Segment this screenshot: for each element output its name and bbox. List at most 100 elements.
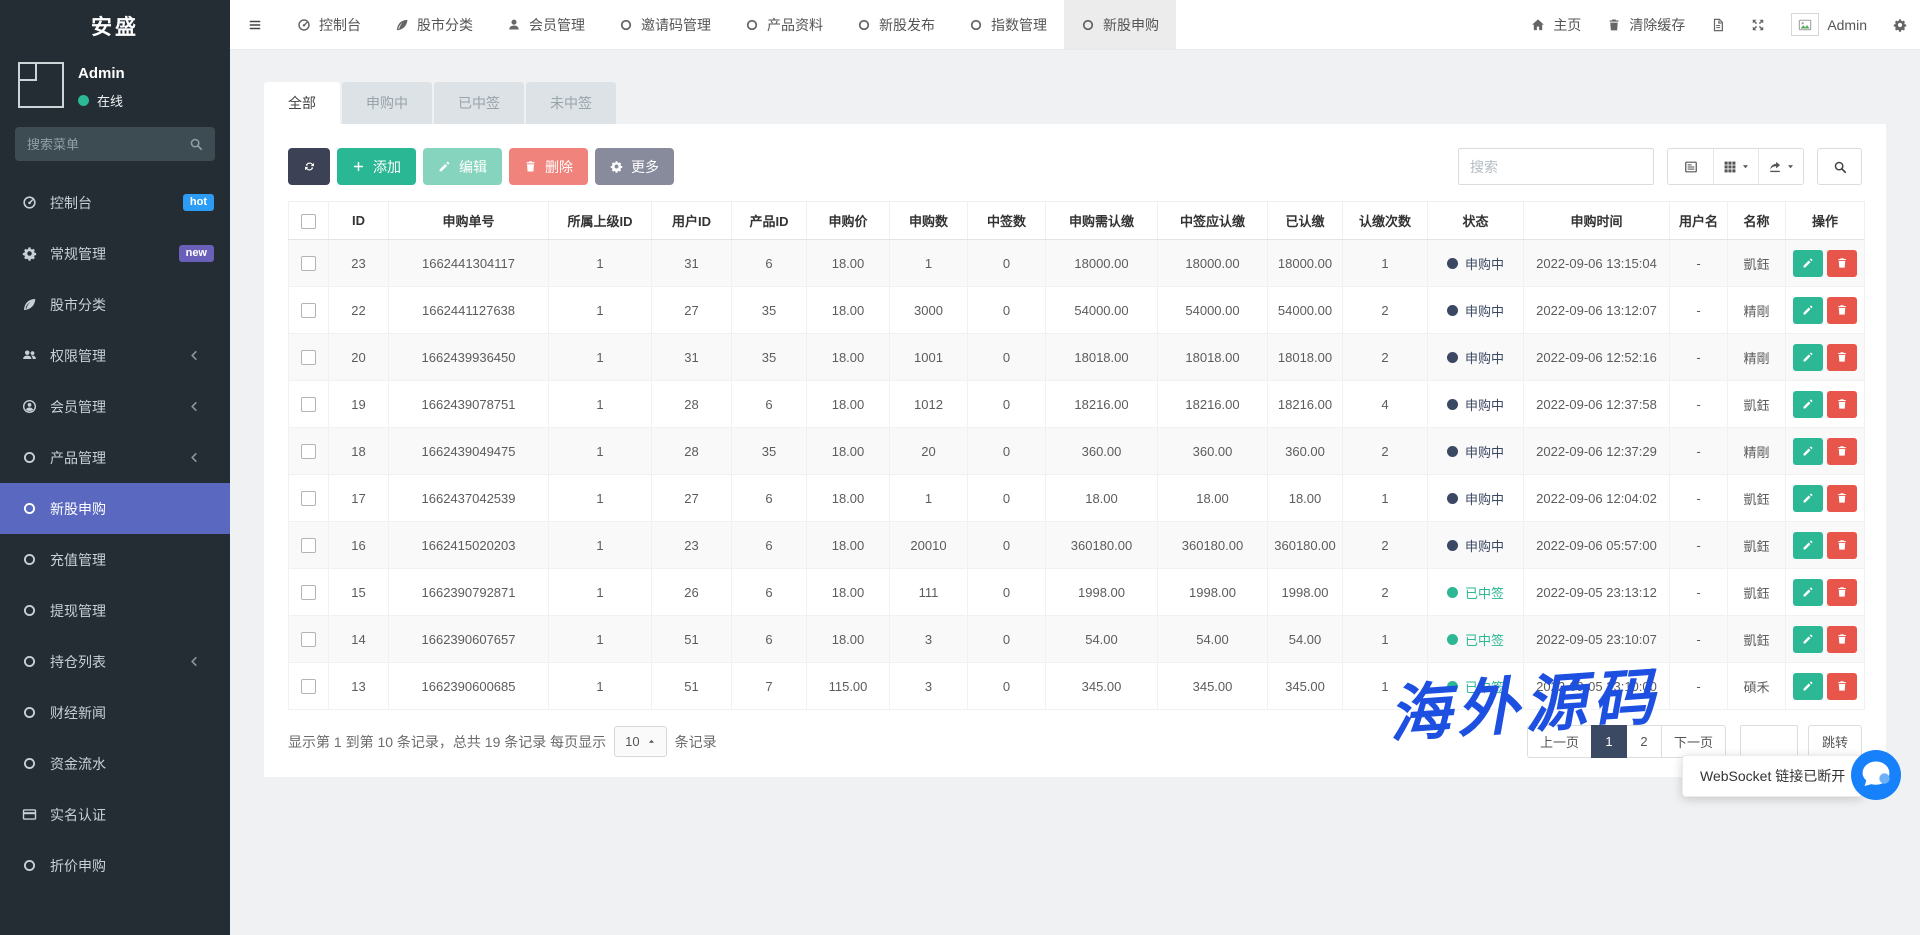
menu-toggle-button[interactable] (230, 0, 280, 49)
topnav-item-5[interactable]: 新股发布 (840, 0, 952, 49)
more-button[interactable]: 更多 (595, 148, 674, 185)
row-checkbox[interactable] (301, 632, 316, 647)
sidebar-search-input[interactable] (27, 137, 189, 152)
row-edit-button[interactable] (1793, 485, 1823, 512)
row-checkbox[interactable] (301, 397, 316, 412)
row-checkbox[interactable] (301, 303, 316, 318)
row-edit-button[interactable] (1793, 673, 1823, 700)
clear-cache-button[interactable]: 清除缓存 (1594, 0, 1698, 49)
row-checkbox[interactable] (301, 679, 316, 694)
chat-bubble-icon (1851, 750, 1901, 800)
table-row[interactable]: 231662441304117131618.001018000.0018000.… (289, 240, 1865, 287)
table-row[interactable]: 161662415020203123618.00200100360180.003… (289, 522, 1865, 569)
language-button[interactable] (1698, 0, 1738, 49)
row-checkbox[interactable] (301, 585, 316, 600)
columns-button[interactable] (1713, 149, 1758, 184)
add-button[interactable]: 添加 (337, 148, 416, 185)
sidebar-item-4[interactable]: 会员管理 (0, 381, 230, 432)
tab-2[interactable]: 已中签 (434, 82, 524, 124)
row-edit-button[interactable] (1793, 250, 1823, 277)
sidebar-item-12[interactable]: 实名认证 (0, 789, 230, 840)
page-button-2[interactable]: 2 (1626, 725, 1662, 758)
row-delete-button[interactable] (1827, 532, 1857, 559)
row-delete-button[interactable] (1827, 626, 1857, 653)
table-row[interactable]: 151662390792871126618.0011101998.001998.… (289, 569, 1865, 616)
sidebar-item-label: 充值管理 (50, 550, 106, 570)
cell-id: 15 (329, 569, 389, 616)
sidebar-item-8[interactable]: 提现管理 (0, 585, 230, 636)
row-edit-button[interactable] (1793, 579, 1823, 606)
sidebar-item-label: 权限管理 (50, 346, 106, 366)
row-edit-button[interactable] (1793, 438, 1823, 465)
cell-price: 18.00 (807, 569, 890, 616)
row-checkbox[interactable] (301, 350, 316, 365)
table-row[interactable]: 2216624411276381273518.003000054000.0054… (289, 287, 1865, 334)
sidebar-item-3[interactable]: 权限管理 (0, 330, 230, 381)
table-row[interactable]: 171662437042539127618.001018.0018.0018.0… (289, 475, 1865, 522)
tab-0[interactable]: 全部 (264, 82, 340, 124)
prev-page-button[interactable]: 上一页 (1527, 725, 1592, 758)
topnav-item-3[interactable]: 邀请码管理 (602, 0, 728, 49)
topnav-item-2[interactable]: 会员管理 (490, 0, 602, 49)
search-button[interactable] (1817, 148, 1862, 185)
chat-button[interactable] (1851, 750, 1901, 800)
user-menu[interactable]: Admin (1778, 0, 1880, 49)
row-delete-button[interactable] (1827, 673, 1857, 700)
sidebar-item-5[interactable]: 产品管理 (0, 432, 230, 483)
page-size-select[interactable]: 10 (614, 726, 666, 757)
sidebar-item-1[interactable]: 常规管理new (0, 228, 230, 279)
table-row[interactable]: 1316623906006851517115.0030345.00345.003… (289, 663, 1865, 710)
page-jump-input[interactable] (1740, 725, 1798, 758)
sidebar-item-10[interactable]: 财经新闻 (0, 687, 230, 738)
page-button-1[interactable]: 1 (1591, 725, 1627, 758)
detail-view-button[interactable] (1668, 149, 1713, 184)
table-row[interactable]: 141662390607657151618.003054.0054.0054.0… (289, 616, 1865, 663)
row-edit-button[interactable] (1793, 344, 1823, 371)
sidebar-item-11[interactable]: 资金流水 (0, 738, 230, 789)
trash-icon (1836, 257, 1848, 269)
row-delete-button[interactable] (1827, 391, 1857, 418)
topnav-item-1[interactable]: 股市分类 (378, 0, 490, 49)
sidebar-item-13[interactable]: 折价申购 (0, 840, 230, 891)
topnav-item-7[interactable]: 新股申购 (1064, 0, 1176, 49)
row-checkbox[interactable] (301, 444, 316, 459)
table-row[interactable]: 1816624390494751283518.00200360.00360.00… (289, 428, 1865, 475)
select-all-checkbox[interactable] (301, 214, 316, 229)
row-delete-button[interactable] (1827, 344, 1857, 371)
tab-1[interactable]: 申购中 (342, 82, 432, 124)
row-edit-button[interactable] (1793, 532, 1823, 559)
row-delete-button[interactable] (1827, 579, 1857, 606)
table-row[interactable]: 191662439078751128618.001012018216.00182… (289, 381, 1865, 428)
row-delete-button[interactable] (1827, 438, 1857, 465)
row-delete-button[interactable] (1827, 485, 1857, 512)
table-search-input[interactable] (1458, 148, 1654, 185)
edit-button[interactable]: 编辑 (423, 148, 502, 185)
sidebar-item-7[interactable]: 充值管理 (0, 534, 230, 585)
row-checkbox[interactable] (301, 538, 316, 553)
sidebar-item-9[interactable]: 持仓列表 (0, 636, 230, 687)
home-button[interactable]: 主页 (1518, 0, 1594, 49)
table-row[interactable]: 2016624399364501313518.001001018018.0018… (289, 334, 1865, 381)
topnav-item-0[interactable]: 控制台 (280, 0, 378, 49)
export-button[interactable] (1758, 149, 1803, 184)
row-edit-button[interactable] (1793, 626, 1823, 653)
delete-button[interactable]: 删除 (509, 148, 588, 185)
row-delete-button[interactable] (1827, 250, 1857, 277)
fullscreen-button[interactable] (1738, 0, 1778, 49)
tab-3[interactable]: 未中签 (526, 82, 616, 124)
row-delete-button[interactable] (1827, 297, 1857, 324)
row-edit-button[interactable] (1793, 391, 1823, 418)
next-page-button[interactable]: 下一页 (1661, 725, 1726, 758)
row-edit-button[interactable] (1793, 297, 1823, 324)
refresh-button[interactable] (288, 148, 330, 185)
sidebar-item-6[interactable]: 新股申购 (0, 483, 230, 534)
topnav-item-4[interactable]: 产品资料 (728, 0, 840, 49)
sidebar-item-2[interactable]: 股市分类 (0, 279, 230, 330)
row-checkbox[interactable] (301, 256, 316, 271)
status-dot-icon (1447, 446, 1458, 457)
sidebar-item-0[interactable]: 控制台hot (0, 177, 230, 228)
cell-qty: 111 (890, 569, 968, 616)
settings-button[interactable] (1880, 0, 1920, 49)
row-checkbox[interactable] (301, 491, 316, 506)
topnav-item-6[interactable]: 指数管理 (952, 0, 1064, 49)
